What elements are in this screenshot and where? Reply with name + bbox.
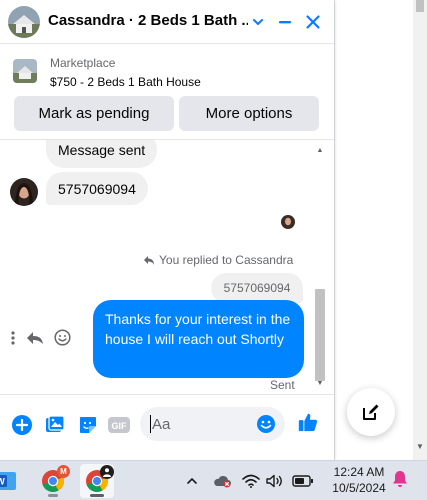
chevron-down-button[interactable] bbox=[246, 10, 270, 34]
svg-text:GIF: GIF bbox=[112, 421, 128, 431]
scroll-thumb[interactable] bbox=[315, 289, 325, 381]
svg-text:W: W bbox=[0, 477, 5, 487]
read-receipt-avatar bbox=[281, 215, 295, 229]
taskbar-app-chrome-profile[interactable] bbox=[80, 464, 114, 498]
reply-icon[interactable] bbox=[26, 330, 44, 346]
emoji-button[interactable] bbox=[255, 413, 277, 435]
more-vertical-icon[interactable] bbox=[10, 330, 16, 346]
taskbar-clock[interactable]: 12:24 AM 10/5/2024 bbox=[328, 464, 390, 496]
message-actions bbox=[10, 329, 71, 346]
message-composer: GIF Aa bbox=[0, 394, 334, 460]
sticker-icon bbox=[80, 417, 96, 433]
scroll-down-arrow[interactable]: ▼ bbox=[316, 380, 324, 388]
active-indicator bbox=[90, 494, 104, 497]
gif-icon: GIF bbox=[108, 417, 130, 433]
page-scroll-thumb[interactable] bbox=[416, 0, 424, 12]
onedrive-icon[interactable] bbox=[212, 474, 232, 488]
running-indicator bbox=[48, 494, 58, 497]
contact-avatar[interactable] bbox=[8, 6, 40, 38]
add-icon bbox=[12, 415, 32, 435]
taskbar-app-chrome[interactable]: M bbox=[36, 464, 70, 498]
contact-avatar-small bbox=[10, 178, 38, 206]
message-bubble-incoming[interactable]: 5757069094 bbox=[46, 172, 148, 205]
listing-thumbnail[interactable] bbox=[13, 59, 37, 83]
wifi-icon[interactable] bbox=[242, 474, 260, 488]
message-status: Sent bbox=[270, 378, 295, 392]
chat-window: Cassandra · 2 Beds 1 Bath ... Marketplac… bbox=[0, 0, 334, 460]
system-tray bbox=[186, 461, 314, 500]
scroll-up-arrow[interactable]: ▲ bbox=[316, 147, 324, 155]
clock-time: 12:24 AM bbox=[333, 465, 385, 479]
chat-title[interactable]: Cassandra · 2 Beds 1 Bath ... bbox=[48, 12, 248, 29]
message-bubble-incoming[interactable]: Message sent bbox=[46, 140, 158, 168]
compose-icon bbox=[363, 404, 379, 420]
like-icon bbox=[298, 413, 318, 432]
reply-indicator: You replied to Cassandra bbox=[143, 252, 293, 268]
listing-title[interactable]: $750 - 2 Beds 1 Bath House bbox=[50, 75, 201, 89]
notification-button[interactable] bbox=[392, 470, 410, 490]
page-scroll-down-arrow[interactable]: ▼ bbox=[415, 442, 425, 452]
minimize-icon bbox=[279, 21, 291, 24]
clock-date: 10/5/2024 bbox=[332, 481, 386, 495]
taskbar: W M 12:24 AM 10/5/2024 bbox=[0, 460, 427, 500]
message-bubble-outgoing[interactable]: Thanks for your interest in the house I … bbox=[93, 300, 304, 378]
marketplace-card: Marketplace $750 - 2 Beds 1 Bath House M… bbox=[0, 44, 334, 140]
minimize-button[interactable] bbox=[273, 10, 297, 34]
battery-icon[interactable] bbox=[292, 475, 314, 487]
message-list[interactable]: Message sent 5757069094 You replied to C… bbox=[0, 140, 334, 394]
profile-badge-icon bbox=[100, 465, 114, 479]
photo-icon bbox=[46, 415, 65, 432]
message-scrollbar[interactable]: ▲ ▼ bbox=[313, 144, 327, 392]
reply-icon bbox=[144, 256, 154, 265]
mark-as-pending-button[interactable]: Mark as pending bbox=[14, 96, 174, 131]
gif-button[interactable]: GIF bbox=[108, 414, 130, 436]
chat-header[interactable]: Cassandra · 2 Beds 1 Bath ... bbox=[0, 0, 334, 44]
volume-icon[interactable] bbox=[266, 474, 284, 488]
chevron-up-icon[interactable] bbox=[186, 475, 198, 487]
emoji-react-icon[interactable] bbox=[54, 329, 71, 346]
quoted-message[interactable]: 5757069094 bbox=[211, 273, 303, 303]
close-icon bbox=[306, 15, 320, 29]
sticker-button[interactable] bbox=[77, 414, 99, 436]
page-scrollbar[interactable]: ▼ bbox=[413, 0, 427, 460]
word-icon: W bbox=[0, 472, 16, 490]
notification-bell-icon bbox=[393, 471, 407, 487]
photo-button[interactable] bbox=[44, 414, 66, 436]
chevron-down-icon bbox=[253, 19, 263, 25]
chrome-profile-badge: M bbox=[57, 465, 70, 478]
like-button[interactable] bbox=[297, 411, 319, 433]
close-button[interactable] bbox=[301, 10, 325, 34]
emoji-icon bbox=[257, 415, 275, 433]
add-button[interactable] bbox=[11, 414, 33, 436]
new-message-button[interactable] bbox=[347, 388, 395, 436]
more-options-button[interactable]: More options bbox=[179, 96, 319, 131]
taskbar-app-word[interactable]: W bbox=[0, 464, 20, 498]
text-caret bbox=[150, 415, 151, 433]
marketplace-label: Marketplace bbox=[50, 56, 116, 70]
message-input-placeholder: Aa bbox=[152, 415, 171, 433]
reply-indicator-text: You replied to Cassandra bbox=[159, 253, 294, 267]
